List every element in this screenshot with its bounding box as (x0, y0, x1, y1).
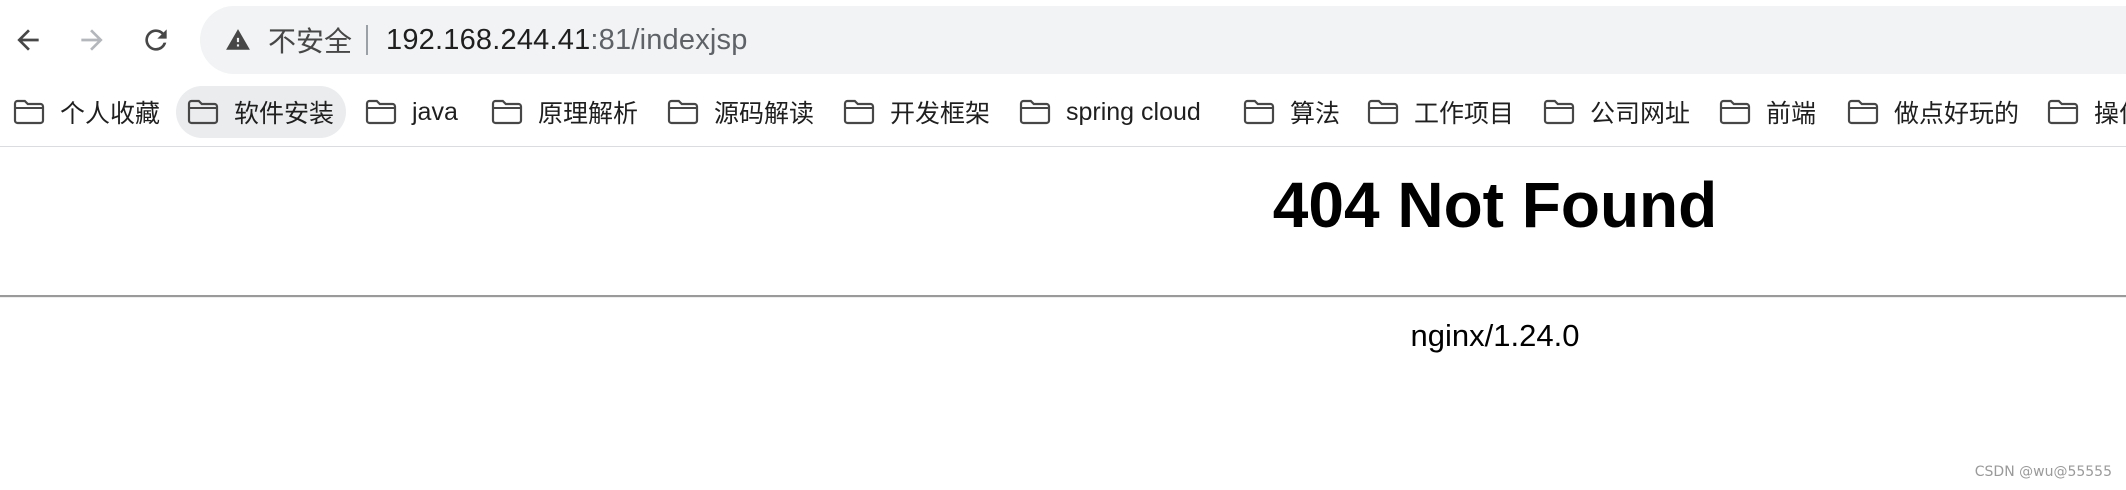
bookmark-label: 做点好玩的 (1894, 100, 2020, 128)
bookmark-label: 软件安装 (234, 100, 335, 128)
folder-icon (1018, 98, 1052, 126)
bookmark-folder[interactable]: 工作项目 (1356, 86, 1526, 138)
error-heading-row: 404 Not Found (0, 168, 2126, 242)
bookmark-folder[interactable]: spring cloud (1008, 86, 1213, 138)
error-heading: 404 Not Found (1272, 169, 1718, 241)
folder-icon (1366, 98, 1400, 126)
toolbar-divider (0, 146, 2126, 147)
server-signature: nginx/1.24.0 (1410, 318, 1580, 353)
bookmark-label: 操作 (2094, 100, 2126, 128)
address-bar[interactable]: 不安全 192.168.244.41:81/indexjsp (200, 6, 2126, 74)
folder-icon (490, 98, 524, 126)
bookmark-label: 算法 (1290, 100, 1341, 128)
arrow-right-icon (81, 29, 103, 51)
bookmark-label: 工作项目 (1414, 100, 1515, 128)
bookmark-label: java (412, 97, 458, 126)
bookmark-folder[interactable]: 公司网址 (1532, 86, 1702, 138)
reload-button[interactable] (134, 18, 178, 62)
bookmark-folder[interactable]: 个人收藏 (2, 86, 172, 138)
folder-icon (1718, 98, 1752, 126)
server-signature-row: nginx/1.24.0 (0, 318, 2126, 354)
folder-icon (1542, 98, 1576, 126)
warning-triangle-icon[interactable] (224, 26, 252, 54)
address-divider (366, 25, 369, 55)
forward-button[interactable] (70, 18, 114, 62)
bookmark-label: 公司网址 (1590, 100, 1691, 128)
url-path: :81/indexjsp (590, 23, 748, 56)
bookmark-label: 原理解析 (538, 100, 639, 128)
folder-icon (1846, 98, 1880, 126)
bookmark-folder[interactable]: 前端 (1708, 86, 1828, 138)
back-button[interactable] (6, 18, 50, 62)
reload-icon (145, 29, 167, 51)
bookmark-folder[interactable]: 源码解读 (656, 86, 826, 138)
bookmark-folder[interactable]: 做点好玩的 (1836, 86, 2031, 138)
folder-icon (186, 98, 220, 126)
horizontal-rule (0, 295, 2126, 298)
bookmark-folder[interactable]: 操作 (2036, 86, 2126, 138)
folder-icon (12, 98, 46, 126)
arrow-left-icon (17, 29, 39, 51)
url-text[interactable]: 192.168.244.41:81/indexjsp (386, 24, 748, 57)
folder-icon (1242, 98, 1276, 126)
bookmark-label: 个人收藏 (60, 100, 161, 128)
folder-icon (364, 98, 398, 126)
browser-toolbar: 不安全 192.168.244.41:81/indexjsp (0, 0, 2126, 80)
bookmark-folder[interactable]: 软件安装 (176, 86, 347, 138)
bookmarks-bar: 个人收藏 软件安装 java 原理解析 源码解读 开发框架 spring clo… (0, 80, 2126, 146)
folder-icon (2046, 98, 2080, 126)
folder-icon (842, 98, 876, 126)
bookmark-folder[interactable]: 算法 (1232, 86, 1352, 138)
bookmark-folder[interactable]: java (354, 86, 470, 138)
bookmark-folder[interactable]: 开发框架 (832, 86, 1002, 138)
bookmark-label: 开发框架 (890, 100, 991, 128)
bookmark-label: 前端 (1766, 100, 1817, 128)
security-status-label[interactable]: 不安全 (268, 20, 352, 60)
bookmark-label: 源码解读 (714, 100, 815, 128)
watermark: CSDN @wu@55555 (1974, 464, 2112, 480)
url-host: 192.168.244.41 (386, 23, 591, 56)
bookmark-folder[interactable]: 原理解析 (480, 86, 650, 138)
folder-icon (666, 98, 700, 126)
bookmark-label: spring cloud (1066, 97, 1201, 126)
